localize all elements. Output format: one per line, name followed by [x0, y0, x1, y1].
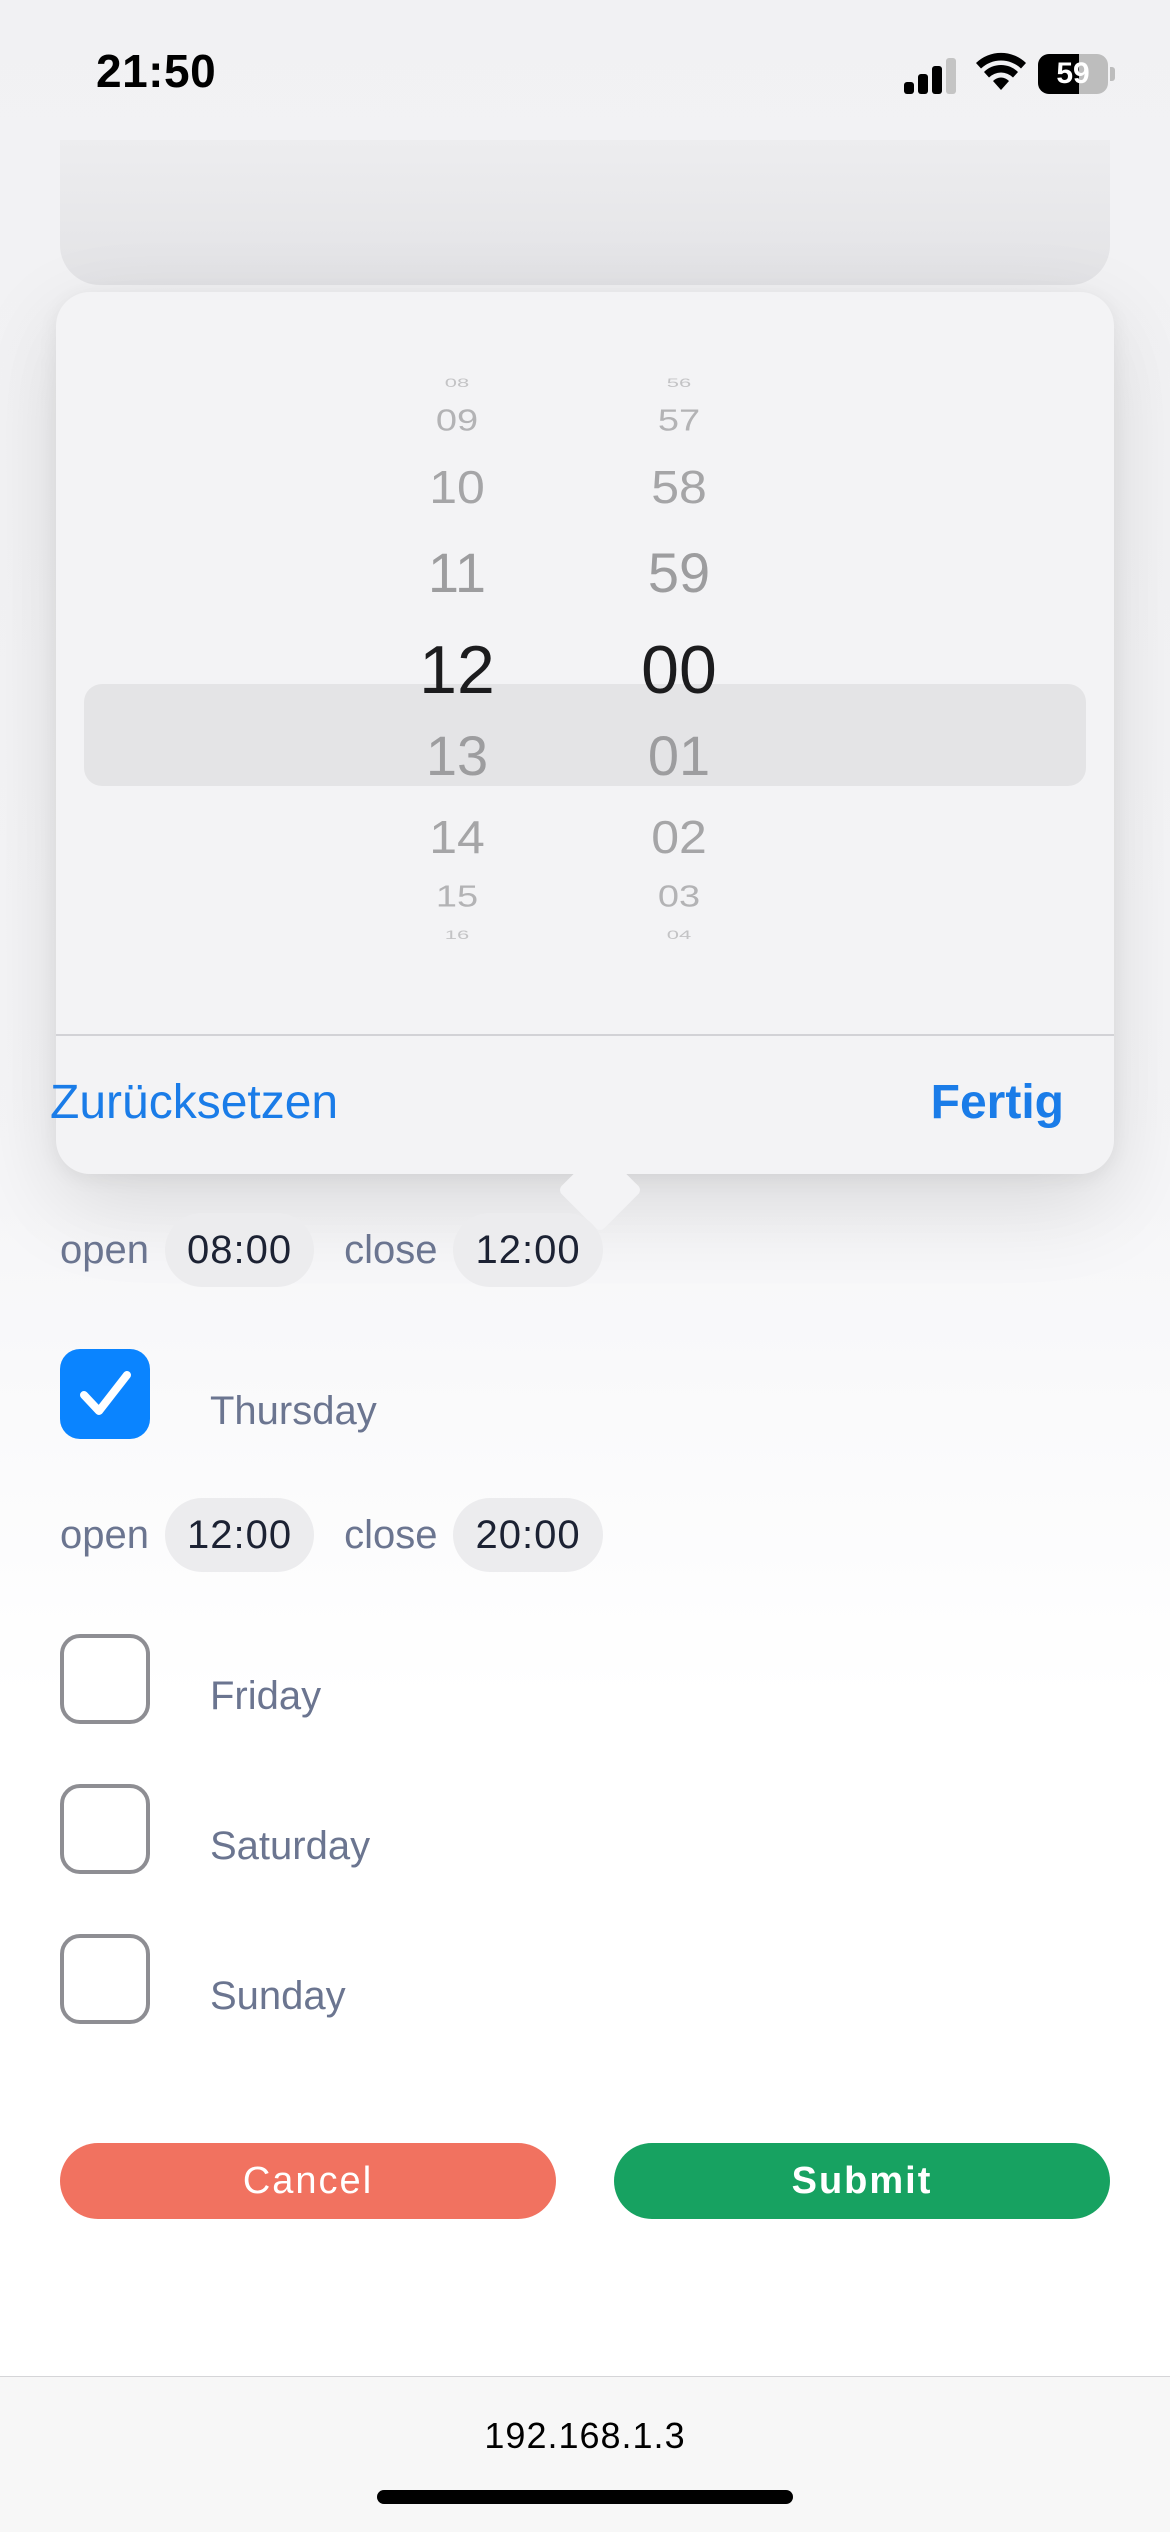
hour-option[interactable]: 10 — [357, 464, 557, 511]
minute-option-selected[interactable]: 00 — [579, 636, 779, 704]
time-wheel[interactable]: 08 09 10 11 12 13 14 15 16 56 57 58 59 00 01 02 03 04 — [56, 362, 1114, 946]
minute-option[interactable]: 03 — [579, 882, 779, 912]
open-time-field[interactable]: 08:00 — [164, 1213, 315, 1287]
done-button[interactable]: Fertig — [931, 1075, 1064, 1130]
day-row-saturday: Saturday — [60, 1784, 660, 1874]
minute-wheel[interactable]: 56 57 58 59 00 01 02 03 04 — [579, 362, 779, 946]
status-bar: 21:50 59 — [0, 0, 1170, 140]
day-label-sunday: Sunday — [210, 1974, 346, 2018]
hours-row-previous-day: open 08:00 close 12:00 — [60, 1213, 633, 1287]
address-bar[interactable]: 192.168.1.3 — [0, 2415, 1170, 2457]
close-label: close — [344, 1227, 438, 1272]
day-label-friday: Friday — [210, 1674, 322, 1718]
checkbox-sunday[interactable] — [60, 1934, 150, 2024]
hour-option[interactable]: 15 — [357, 882, 557, 912]
day-label-thursday: Thursday — [210, 1389, 377, 1433]
hour-option[interactable]: 09 — [357, 406, 557, 436]
hour-option[interactable]: 11 — [357, 545, 557, 601]
signal-bar — [932, 66, 942, 94]
wifi-icon — [975, 52, 1027, 92]
day-label-saturday: Saturday — [210, 1824, 371, 1868]
day-row-thursday: Thursday — [60, 1349, 660, 1439]
status-time: 21:50 — [96, 45, 217, 97]
hour-option[interactable]: 16 — [357, 929, 557, 941]
popover-divider — [56, 1034, 1114, 1036]
close-time-field[interactable]: 20:00 — [453, 1498, 603, 1572]
close-time-field[interactable]: 12:00 — [453, 1213, 603, 1287]
reset-button[interactable]: Zurücksetzen — [50, 1075, 338, 1130]
minute-option[interactable]: 04 — [579, 929, 779, 941]
header-card — [60, 140, 1110, 285]
day-row-friday: Friday — [60, 1634, 660, 1724]
cancel-button[interactable]: Cancel — [60, 2143, 556, 2219]
signal-bar — [946, 58, 956, 94]
hour-option[interactable]: 14 — [357, 814, 557, 861]
checkbox-saturday[interactable] — [60, 1784, 150, 1874]
day-row-sunday: Sunday — [60, 1934, 660, 2024]
submit-button[interactable]: Submit — [614, 2143, 1110, 2219]
checkbox-friday[interactable] — [60, 1634, 150, 1724]
minute-option[interactable]: 57 — [579, 406, 779, 436]
minute-option[interactable]: 56 — [579, 377, 779, 389]
battery-level-text: 59 — [1056, 57, 1090, 90]
cellular-signal-icon — [904, 56, 960, 94]
signal-bar — [918, 74, 928, 94]
checkbox-thursday[interactable] — [60, 1349, 150, 1439]
hour-option[interactable]: 08 — [357, 377, 557, 389]
minute-option[interactable]: 59 — [579, 545, 779, 601]
open-time-field[interactable]: 12:00 — [164, 1498, 315, 1572]
hour-wheel[interactable]: 08 09 10 11 12 13 14 15 16 — [357, 362, 557, 946]
browser-bottom-bar: 192.168.1.3 — [0, 2376, 1170, 2532]
open-label: open — [60, 1227, 149, 1272]
time-picker-popover: 08 09 10 11 12 13 14 15 16 56 57 58 59 00 01 02 03 04 — [56, 292, 1114, 1233]
checkmark-icon — [80, 1371, 131, 1415]
minute-option[interactable]: 58 — [579, 464, 779, 511]
hours-row-thursday: open 12:00 close 20:00 — [60, 1498, 633, 1572]
open-label: open — [60, 1512, 149, 1557]
close-label: close — [344, 1512, 438, 1557]
home-indicator — [377, 2490, 793, 2504]
minute-option[interactable]: 01 — [579, 728, 779, 784]
signal-bar — [904, 82, 914, 94]
hour-option-selected[interactable]: 12 — [357, 636, 557, 704]
hour-option[interactable]: 13 — [357, 728, 557, 784]
battery-icon: 59 — [1038, 54, 1115, 94]
minute-option[interactable]: 02 — [579, 814, 779, 861]
